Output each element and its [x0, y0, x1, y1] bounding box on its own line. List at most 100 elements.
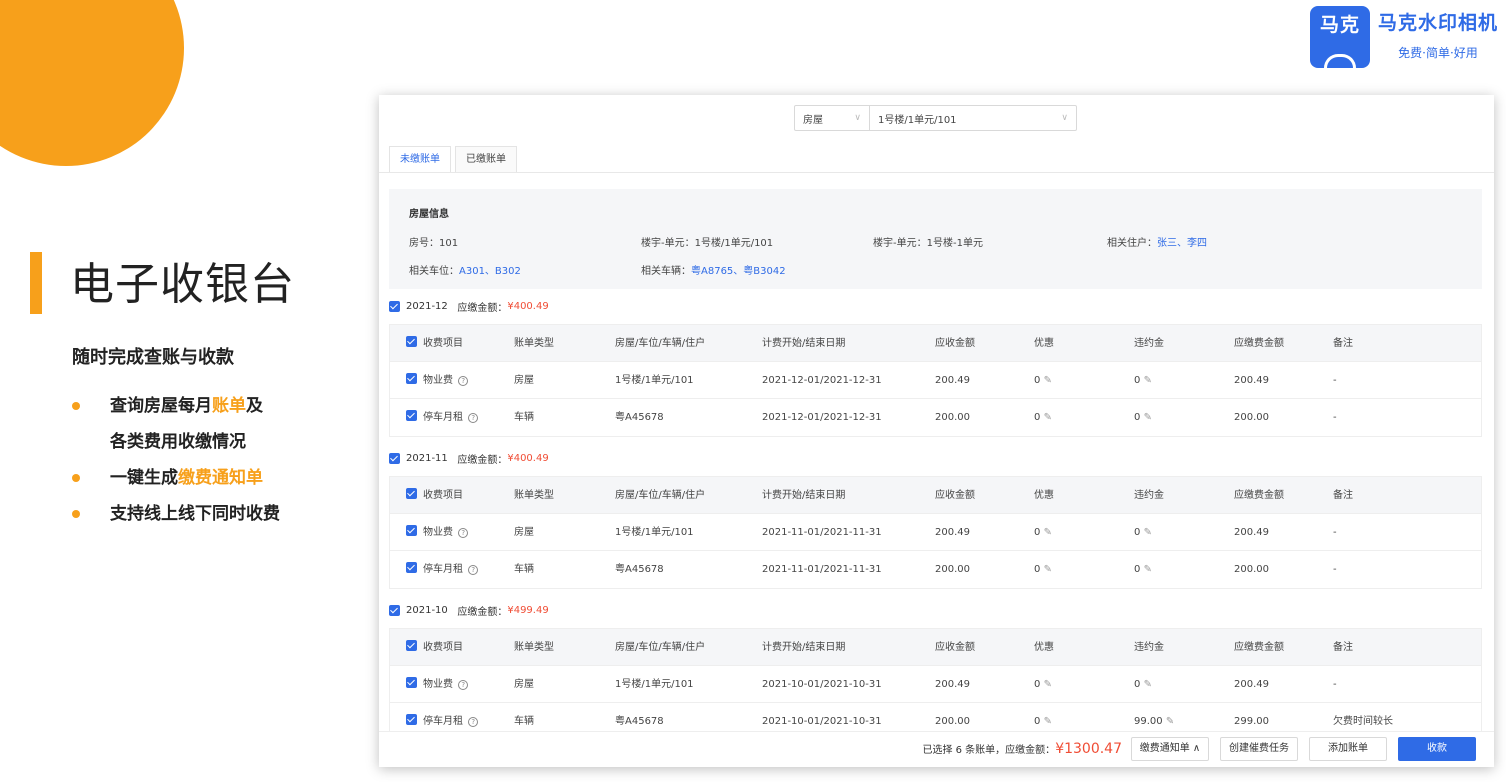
edit-icon[interactable]: ✎ — [1044, 412, 1052, 423]
help-icon[interactable]: ? — [468, 565, 479, 575]
cell-item: 物业费 ? — [406, 514, 469, 551]
help-icon[interactable]: ? — [458, 376, 469, 386]
help-icon[interactable]: ? — [468, 413, 479, 423]
column-header: 账单类型 — [514, 642, 554, 653]
cell-period: 2021-12-01/2021-12-31 — [762, 412, 882, 423]
cell-type: 房屋 — [514, 375, 534, 386]
edit-icon[interactable]: ✎ — [1166, 716, 1174, 727]
feature-item: 查询房屋每月账单及 各类费用收缴情况 — [72, 388, 362, 460]
edit-icon[interactable]: ✎ — [1144, 412, 1152, 423]
title-accent-bar — [30, 252, 42, 314]
column-header: 计费开始/结束日期 — [762, 490, 846, 501]
table-row[interactable]: 物业费 ? 房屋 1号楼/1单元/101 2021-10-01/2021-10-31 2… — [390, 666, 1481, 703]
house-selector: 房屋 ∨ 1号楼/1单元/101 ∨ — [794, 105, 1077, 131]
camera-logo-icon: 马克 — [1309, 6, 1370, 68]
table-header-row: 收费项目 账单类型 房屋/车位/车辆/住户 计费开始/结束日期 应收金额 优惠 违约金 应缴费… — [390, 325, 1481, 362]
bill-table: 收费项目 账单类型 房屋/车位/车辆/住户 计费开始/结束日期 应收金额 优惠 违约金 应缴费… — [389, 628, 1482, 741]
checkbox-checked-icon[interactable] — [389, 453, 400, 464]
help-icon[interactable]: ? — [468, 717, 479, 727]
help-icon[interactable]: ? — [458, 680, 469, 690]
collect-payment-button[interactable]: 收款 — [1398, 737, 1476, 761]
column-header: 房屋/车位/车辆/住户 — [615, 490, 706, 501]
column-header: 优惠 — [1034, 642, 1054, 653]
building-unit-2: 楼宇-单元：1号楼-1单元 — [873, 238, 983, 249]
due-amount: ¥400.49 — [507, 453, 549, 464]
related-vehicles: 相关车辆：粤A8765、粤B3042 — [641, 266, 786, 277]
bill-month-header[interactable]: 2021-10 应缴金额： ¥499.49 — [389, 603, 549, 618]
edit-icon[interactable]: ✎ — [1144, 375, 1152, 386]
tab-paid[interactable]: 已缴账单 — [455, 146, 517, 173]
create-reminder-task-button[interactable]: 创建催费任务 — [1220, 737, 1298, 761]
column-header: 计费开始/结束日期 — [762, 642, 846, 653]
bill-tabs: 未缴账单 已缴账单 — [389, 146, 521, 173]
due-amount: ¥499.49 — [507, 605, 549, 616]
bill-month-header[interactable]: 2021-12 应缴金额： ¥400.49 — [389, 299, 549, 314]
cell-item: 停车月租 ? — [406, 551, 479, 588]
house-select[interactable]: 1号楼/1单元/101 ∨ — [870, 105, 1077, 131]
brand-mark-text: 马克 — [1319, 14, 1360, 36]
cell-discount: 0 ✎ — [1034, 375, 1052, 386]
cell-payable: 200.00 — [1234, 564, 1269, 575]
cell-penalty: 0 ✎ — [1134, 527, 1152, 538]
column-header: 房屋/车位/车辆/住户 — [615, 642, 706, 653]
checkbox-checked-icon[interactable] — [406, 410, 417, 421]
checkbox-checked-icon[interactable] — [406, 525, 417, 536]
column-header: 收费项目 — [406, 325, 463, 362]
checkbox-checked-icon[interactable] — [389, 301, 400, 312]
table-row[interactable]: 停车月租 ? 车辆 粤A45678 2021-12-01/2021-12-31 200.… — [390, 399, 1481, 436]
table-row[interactable]: 物业费 ? 房屋 1号楼/1单元/101 2021-12-01/2021-12-31 2… — [390, 362, 1481, 399]
house-info-title: 房屋信息 — [409, 209, 449, 220]
cell-payable: 200.00 — [1234, 412, 1269, 423]
bullet-dot-icon — [72, 510, 80, 518]
column-header: 收费项目 — [406, 629, 463, 666]
table-row[interactable]: 停车月租 ? 车辆 粤A45678 2021-11-01/2021-11-31 200.… — [390, 551, 1481, 588]
edit-icon[interactable]: ✎ — [1144, 679, 1152, 690]
cell-target: 1号楼/1单元/101 — [615, 527, 694, 538]
edit-icon[interactable]: ✎ — [1044, 716, 1052, 727]
parking-link[interactable]: A301、B302 — [459, 266, 521, 277]
cell-receivable: 200.49 — [935, 375, 970, 386]
payment-notice-button[interactable]: 缴费通知单 ∧ — [1131, 737, 1209, 761]
column-header: 违约金 — [1134, 338, 1164, 349]
cell-target: 粤A45678 — [615, 412, 664, 423]
column-header: 账单类型 — [514, 490, 554, 501]
column-header: 优惠 — [1034, 490, 1054, 501]
cell-receivable: 200.00 — [935, 564, 970, 575]
help-icon[interactable]: ? — [458, 528, 469, 538]
slide-title: 电子收银台 — [70, 259, 295, 310]
checkbox-checked-icon[interactable] — [389, 605, 400, 616]
edit-icon[interactable]: ✎ — [1044, 679, 1052, 690]
cell-receivable: 200.49 — [935, 679, 970, 690]
type-select[interactable]: 房屋 ∨ — [794, 105, 870, 131]
edit-icon[interactable]: ✎ — [1144, 527, 1152, 538]
edit-icon[interactable]: ✎ — [1144, 564, 1152, 575]
column-header: 应收金额 — [935, 642, 975, 653]
cell-period: 2021-12-01/2021-12-31 — [762, 375, 882, 386]
vehicles-link[interactable]: 粤A8765、粤B3042 — [691, 266, 786, 277]
slide-subtitle: 随时完成查账与收款 — [72, 347, 234, 368]
edit-icon[interactable]: ✎ — [1044, 564, 1052, 575]
checkbox-checked-icon[interactable] — [406, 677, 417, 688]
checkbox-checked-icon[interactable] — [406, 336, 417, 347]
cell-discount: 0 ✎ — [1034, 564, 1052, 575]
table-row[interactable]: 物业费 ? 房屋 1号楼/1单元/101 2021-11-01/2021-11-31 2… — [390, 514, 1481, 551]
checkbox-checked-icon[interactable] — [406, 373, 417, 384]
cell-discount: 0 ✎ — [1034, 679, 1052, 690]
checkbox-checked-icon[interactable] — [406, 562, 417, 573]
cell-penalty: 0 ✎ — [1134, 564, 1152, 575]
checkbox-checked-icon[interactable] — [406, 640, 417, 651]
cell-target: 1号楼/1单元/101 — [615, 679, 694, 690]
tab-unpaid[interactable]: 未缴账单 — [389, 146, 451, 173]
checkbox-checked-icon[interactable] — [406, 714, 417, 725]
checkbox-checked-icon[interactable] — [406, 488, 417, 499]
edit-icon[interactable]: ✎ — [1044, 527, 1052, 538]
bill-month-header[interactable]: 2021-11 应缴金额： ¥400.49 — [389, 451, 549, 466]
column-header: 备注 — [1333, 490, 1353, 501]
residents-link[interactable]: 张三、李四 — [1157, 238, 1207, 249]
feature-item: 支持线上线下同时收费 — [72, 496, 362, 532]
add-bill-button[interactable]: 添加账单 — [1309, 737, 1387, 761]
column-header: 收费项目 — [406, 477, 463, 514]
cell-target: 1号楼/1单元/101 — [615, 375, 694, 386]
edit-icon[interactable]: ✎ — [1044, 375, 1052, 386]
column-header: 账单类型 — [514, 338, 554, 349]
